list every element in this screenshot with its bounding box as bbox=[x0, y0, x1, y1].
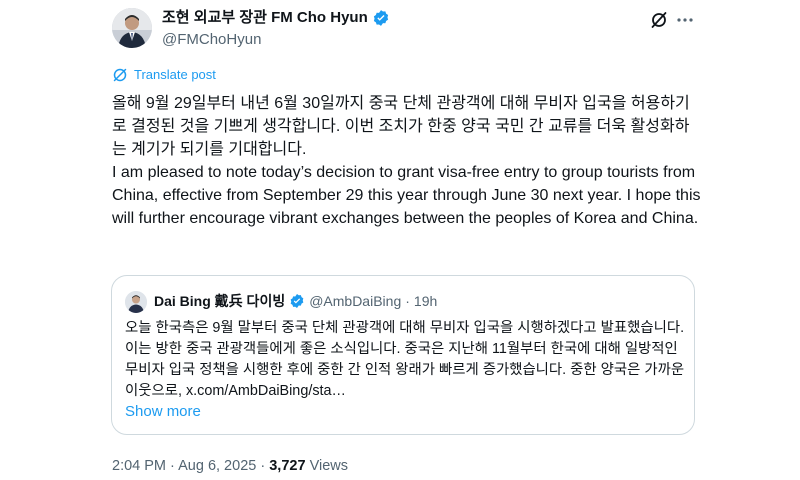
show-more-link[interactable]: Show more bbox=[125, 402, 201, 422]
author-display-name[interactable]: 조현 외교부 장관 FM Cho Hyun bbox=[162, 8, 368, 28]
post-date[interactable]: Aug 6, 2025 bbox=[178, 458, 256, 474]
quoted-separator: · bbox=[405, 293, 410, 309]
author-handle[interactable]: @FMChoHyun bbox=[162, 30, 261, 50]
post-body-korean: 올해 9월 29일부터 내년 6월 30일까지 중국 단체 관광객에 대해 무비… bbox=[112, 95, 690, 158]
post-body: 올해 9월 29일부터 내년 6월 30일까지 중국 단체 관광객에 대해 무비… bbox=[112, 92, 702, 230]
translate-post-link[interactable]: Translate post bbox=[112, 67, 216, 83]
verified-badge-icon[interactable] bbox=[372, 9, 390, 27]
meta-separator-2: · bbox=[260, 458, 266, 474]
post-meta: 2:04 PM · Aug 6, 2025 · 3,727 Views bbox=[112, 456, 348, 476]
grok-icon[interactable] bbox=[649, 10, 669, 30]
translate-post-label: Translate post bbox=[134, 67, 216, 82]
translate-icon bbox=[112, 67, 128, 83]
quoted-post-header: Dai Bing 戴兵 다이빙 @AmbDaiBing · 19h bbox=[154, 291, 437, 311]
post-body-english: I am pleased to note today’s decision to… bbox=[112, 164, 701, 227]
quoted-author-handle[interactable]: @AmbDaiBing bbox=[309, 291, 401, 311]
author-name-line: 조현 외교부 장관 FM Cho Hyun bbox=[162, 8, 390, 28]
author-avatar[interactable] bbox=[112, 8, 152, 48]
meta-separator: · bbox=[170, 458, 175, 474]
verified-badge-icon[interactable] bbox=[289, 293, 305, 309]
quoted-author-avatar[interactable] bbox=[125, 291, 147, 313]
post-time[interactable]: 2:04 PM bbox=[112, 458, 166, 474]
views-count[interactable]: 3,727 bbox=[269, 458, 305, 474]
quoted-post-text: 오늘 한국측은 9월 말부터 중국 단체 관광객에 대해 무비자 입국을 시행하… bbox=[125, 320, 685, 399]
quoted-timestamp[interactable]: 19h bbox=[414, 291, 437, 311]
quoted-post-body: 오늘 한국측은 9월 말부터 중국 단체 관광객에 대해 무비자 입국을 시행하… bbox=[125, 318, 685, 402]
post: 조현 외교부 장관 FM Cho Hyun @FMChoHyun Transla… bbox=[0, 0, 800, 480]
quoted-author-display-name[interactable]: Dai Bing 戴兵 다이빙 bbox=[154, 291, 285, 311]
views-label: Views bbox=[309, 458, 348, 474]
quoted-post-card[interactable]: Dai Bing 戴兵 다이빙 @AmbDaiBing · 19h 오늘 한국측… bbox=[111, 275, 695, 435]
more-dots-icon[interactable] bbox=[675, 10, 695, 30]
